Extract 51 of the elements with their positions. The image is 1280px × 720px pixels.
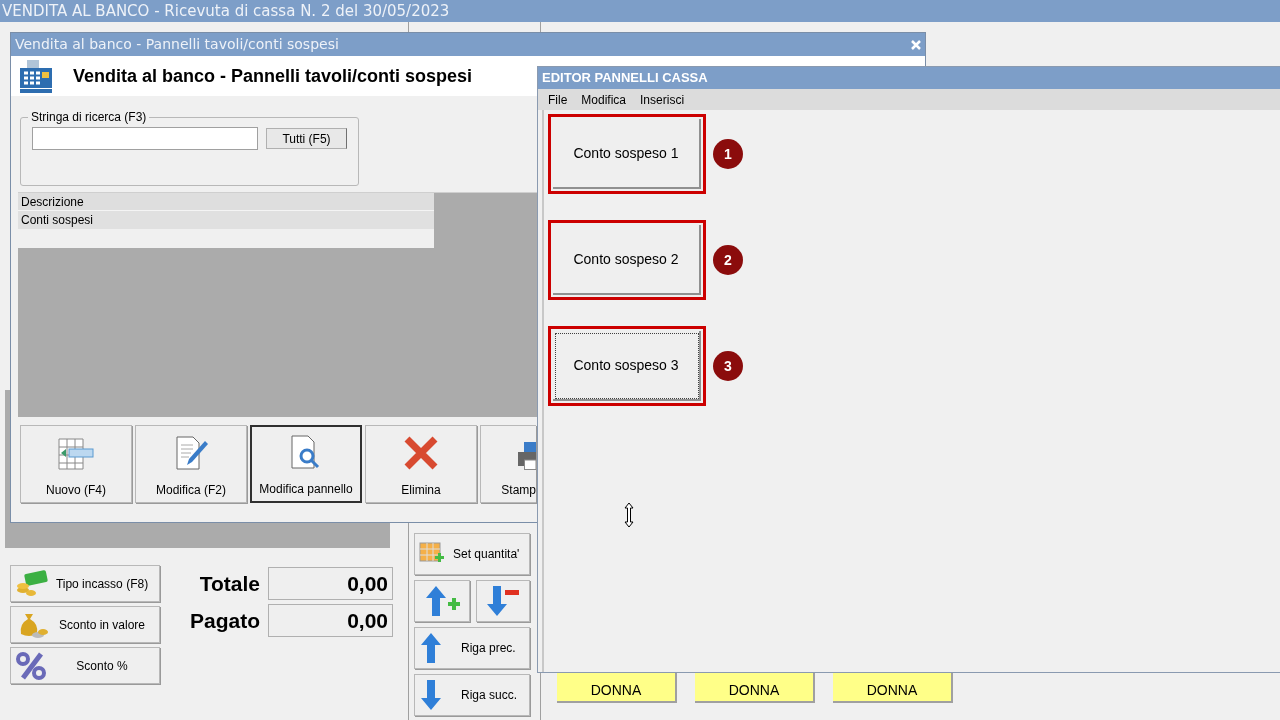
panel-button[interactable]: Conto sospeso 2 (548, 220, 706, 300)
money-icon (15, 569, 49, 598)
dialog-title: Vendita al banco - Pannelli tavoli/conti sospesi (15, 35, 339, 54)
resize-cursor-icon (624, 502, 634, 528)
arrow-up-plus-icon (424, 584, 460, 618)
show-all-button[interactable]: Tutti (F5) (266, 128, 347, 149)
search-label: Stringa di ricerca (F3) (30, 109, 148, 126)
cash-register-icon (19, 59, 53, 93)
menu-item[interactable]: File (548, 90, 568, 109)
set-quantity-button[interactable]: Set quantita' (414, 533, 530, 575)
close-icon (403, 435, 439, 471)
panel-button[interactable]: Conto sospeso 3 (548, 326, 706, 406)
editor-title: EDITOR PANNELLI CASSA (542, 69, 708, 88)
panel-button[interactable]: DONNA (833, 672, 953, 703)
next-row-button[interactable]: Riga succ. (414, 674, 530, 716)
action-button[interactable]: Sconto % (10, 647, 160, 684)
printer-icon (518, 441, 536, 471)
close-icon[interactable] (911, 39, 921, 50)
previous-row-button[interactable]: Riga prec. (414, 627, 530, 669)
action-button[interactable]: Tipo incasso (F8) (10, 565, 160, 602)
total-label: Pagato (189, 607, 260, 634)
toolbar-button[interactable]: Stamp (480, 425, 536, 503)
window-title: VENDITA AL BANCO - Ricevuta di cassa N. 2 del 30/05/2023 (0, 0, 1280, 22)
number-badge: 2 (713, 245, 743, 275)
total-label: Totale (198, 570, 260, 597)
total-value: 0,00 (268, 604, 393, 637)
number-badge: 3 (713, 351, 743, 381)
add-row-button[interactable] (414, 580, 470, 622)
panel-button[interactable]: Conto sospeso 1 (548, 114, 706, 194)
panel-button[interactable]: DONNA (557, 672, 677, 703)
menu-item[interactable]: Modifica (581, 90, 627, 109)
table-arrow-icon (57, 437, 95, 471)
total-value: 0,00 (268, 567, 393, 600)
dialog-heading: Vendita al banco - Pannelli tavoli/conti sospesi (73, 64, 473, 88)
toolbar-button[interactable]: Nuovo (F4) (20, 425, 132, 503)
search-field[interactable] (32, 127, 258, 150)
remove-row-button[interactable] (476, 580, 530, 622)
column-header: Descrizione (18, 193, 434, 211)
menu-item[interactable]: Inserisci (640, 90, 685, 109)
document-pencil-icon (173, 435, 209, 471)
action-button[interactable]: Sconto in valore (10, 606, 160, 643)
percent-icon (15, 650, 49, 681)
toolbar-button[interactable]: Elimina (365, 425, 477, 503)
arrow-up-icon (419, 631, 443, 665)
number-badge: 1 (713, 139, 743, 169)
panel-button[interactable]: DONNA (695, 672, 815, 703)
arrow-down-minus-icon (485, 584, 521, 618)
toolbar-button[interactable]: Modifica (F2) (135, 425, 247, 503)
table-cell[interactable]: Conti sospesi (18, 211, 434, 229)
toolbar-button[interactable]: Modifica pannello (250, 425, 362, 503)
arrow-down-icon (419, 678, 443, 712)
